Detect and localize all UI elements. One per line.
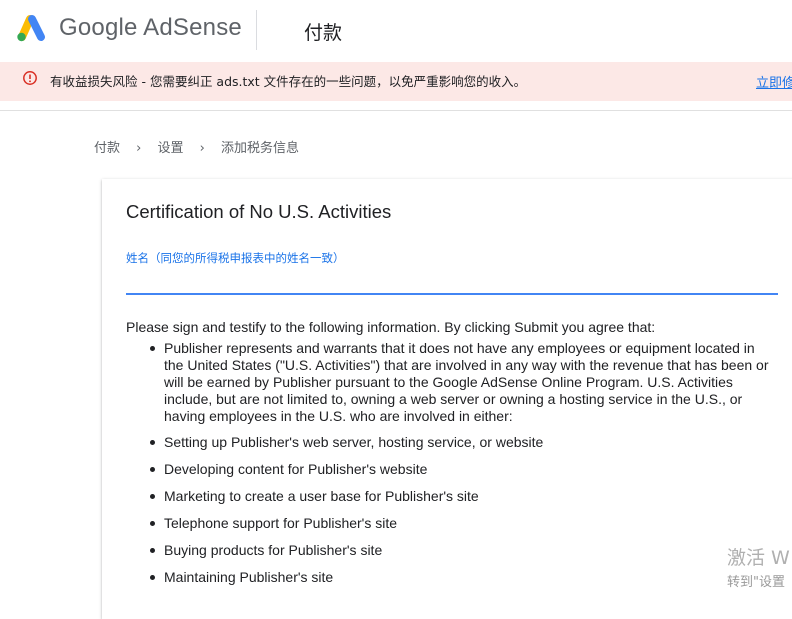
alert-message: 有收益损失风险 - 您需要纠正 ads.txt 文件存在的一些问题，以免严重影响… (50, 74, 527, 89)
list-item: Setting up Publisher's web server, hosti… (150, 434, 774, 451)
breadcrumb-settings[interactable]: 设置 (158, 137, 184, 156)
activation-watermark-hint: 转到"设置 (727, 575, 785, 590)
app-header: Google AdSense 付款 (0, 0, 792, 62)
error-circle-icon (23, 71, 37, 85)
page-title: 付款 (304, 22, 343, 44)
list-item: Telephone support for Publisher's site (150, 515, 774, 532)
fix-now-link[interactable]: 立即修 (756, 72, 792, 91)
brand-name[interactable]: Google AdSense (59, 14, 242, 42)
list-item: Publisher represents and warrants that i… (150, 340, 774, 425)
breadcrumb: 付款 › 设置 › 添加税务信息 (94, 137, 299, 156)
divider (0, 110, 792, 111)
alert-banner: 有收益损失风险 - 您需要纠正 ads.txt 文件存在的一些问题，以免严重影响… (0, 62, 792, 101)
card-title: Certification of No U.S. Activities (126, 201, 392, 222)
list-item: Marketing to create a user base for Publ… (150, 488, 774, 505)
chevron-right-icon: › (199, 141, 205, 156)
name-field-label: 姓名（同您的所得税申报表中的姓名一致） (126, 251, 345, 265)
chevron-right-icon: › (136, 141, 142, 156)
certification-card: Certification of No U.S. Activities 姓名（同… (102, 179, 792, 619)
header-divider (256, 10, 257, 50)
breadcrumb-payments[interactable]: 付款 (94, 137, 120, 156)
list-item: Buying products for Publisher's site (150, 542, 774, 559)
list-item: Developing content for Publisher's websi… (150, 461, 774, 478)
certification-list: Publisher represents and warrants that i… (150, 340, 774, 596)
name-field[interactable] (126, 269, 778, 295)
adsense-logo-icon[interactable] (14, 13, 48, 43)
intro-text: Please sign and testify to the following… (126, 319, 656, 335)
breadcrumb-add-tax-info: 添加税务信息 (221, 141, 300, 156)
list-item: Maintaining Publisher's site (150, 569, 774, 586)
activation-watermark-title: 激活 W (727, 547, 790, 569)
